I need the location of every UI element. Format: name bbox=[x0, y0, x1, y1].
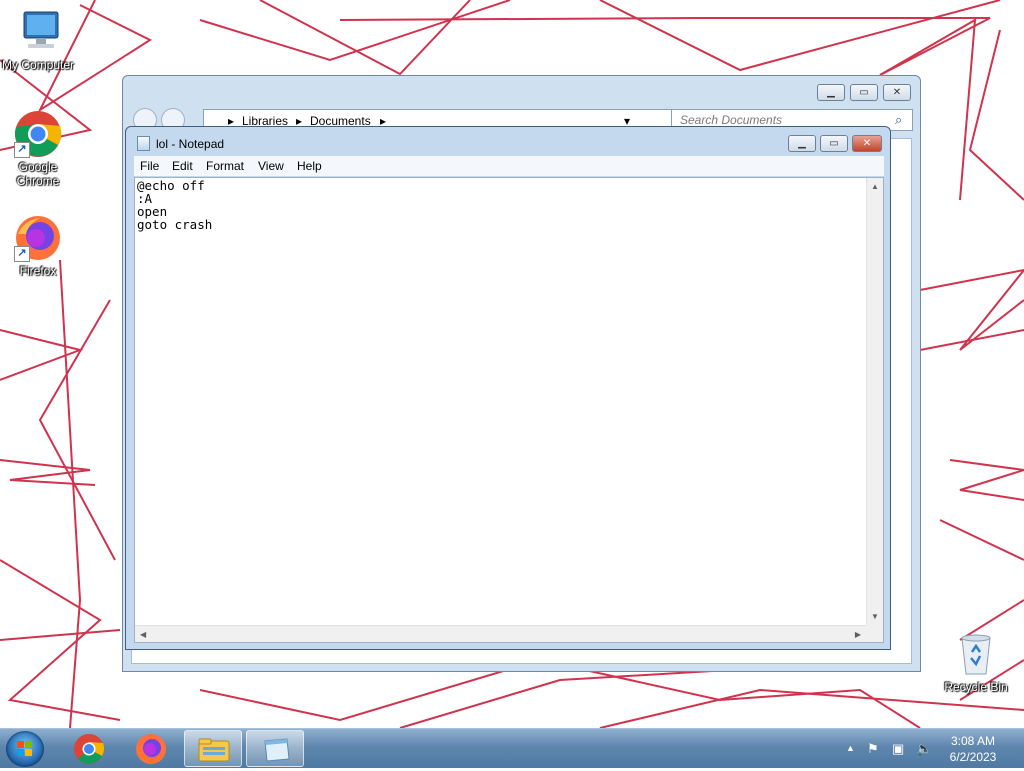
firefox-icon bbox=[136, 734, 166, 764]
desktop-icon-label: Google Chrome bbox=[16, 160, 60, 188]
menu-help[interactable]: Help bbox=[297, 159, 322, 173]
action-center-icon[interactable]: ⚑ bbox=[867, 741, 879, 757]
show-hidden-icon[interactable]: ▲ bbox=[846, 743, 855, 753]
chrome-icon bbox=[74, 734, 105, 764]
menu-file[interactable]: File bbox=[140, 159, 159, 173]
explorer-icon bbox=[198, 738, 230, 762]
notepad-window[interactable]: lol - Notepad ▁ ▭ ✕ File Edit Format Vie… bbox=[125, 126, 891, 650]
desktop-icon-label: Recycle Bin bbox=[944, 680, 1008, 694]
taskbar-notepad-button[interactable] bbox=[246, 730, 304, 767]
notepad-titlebar[interactable]: lol - Notepad ▁ ▭ ✕ bbox=[126, 127, 890, 157]
taskbar-chrome-button[interactable] bbox=[60, 730, 118, 767]
maximize-button[interactable]: ▭ bbox=[820, 135, 848, 152]
close-button[interactable]: ✕ bbox=[852, 135, 882, 152]
network-icon[interactable]: ▣ bbox=[892, 741, 904, 757]
menu-bar: File Edit Format View Help bbox=[134, 156, 884, 176]
windows-logo-icon bbox=[17, 741, 32, 756]
start-button[interactable] bbox=[6, 731, 44, 767]
shortcut-arrow-icon: ↗ bbox=[14, 142, 30, 158]
scroll-down-icon[interactable]: ▼ bbox=[871, 612, 879, 621]
system-clock[interactable]: 3:08 AM 6/2/2023 bbox=[935, 733, 1011, 765]
shortcut-arrow-icon: ↗ bbox=[14, 246, 30, 262]
taskbar: ▲ ⚑ ▣ 🔈 3:08 AM 6/2/2023 bbox=[0, 728, 1024, 768]
computer-icon bbox=[14, 8, 62, 56]
desktop-icon-chrome[interactable]: ↗ Google Chrome bbox=[0, 110, 80, 188]
notepad-icon bbox=[137, 136, 150, 151]
desktop-icon-my-computer[interactable]: My Computer bbox=[0, 8, 80, 72]
menu-format[interactable]: Format bbox=[206, 159, 244, 173]
window-title: lol - Notepad bbox=[156, 137, 225, 151]
desktop-icon-recycle-bin[interactable]: Recycle Bin bbox=[934, 630, 1018, 694]
scroll-up-icon[interactable]: ▲ bbox=[871, 182, 879, 191]
text-editor[interactable]: @echo off :A open goto crash ▲ ▼ ◀ ▶ bbox=[134, 177, 884, 643]
desktop-icon-label: Firefox bbox=[19, 264, 57, 278]
minimize-button[interactable]: ▁ bbox=[788, 135, 816, 152]
scroll-left-icon[interactable]: ◀ bbox=[140, 630, 146, 639]
clock-date: 6/2/2023 bbox=[949, 750, 997, 764]
volume-muted-icon[interactable]: 🔈 bbox=[916, 741, 932, 757]
desktop-icon-label: My Computer bbox=[1, 58, 75, 72]
taskbar-explorer-button[interactable] bbox=[184, 730, 242, 767]
menu-view[interactable]: View bbox=[258, 159, 284, 173]
clock-time: 3:08 AM bbox=[950, 734, 996, 748]
explorer-maximize-button[interactable]: ▭ bbox=[850, 84, 878, 101]
scroll-right-icon[interactable]: ▶ bbox=[855, 630, 861, 639]
resize-grip[interactable] bbox=[866, 625, 883, 642]
vertical-scrollbar[interactable]: ▲ ▼ bbox=[866, 178, 883, 625]
editor-content[interactable]: @echo off :A open goto crash bbox=[137, 179, 212, 231]
recycle-bin-icon bbox=[952, 630, 1000, 678]
desktop-icon-firefox[interactable]: ↗ Firefox bbox=[0, 214, 80, 278]
menu-edit[interactable]: Edit bbox=[172, 159, 193, 173]
taskbar-firefox-button[interactable] bbox=[122, 730, 180, 767]
explorer-close-button[interactable]: ✕ bbox=[883, 84, 911, 101]
horizontal-scrollbar[interactable]: ◀ ▶ bbox=[135, 625, 866, 642]
firefox-icon: ↗ bbox=[14, 214, 62, 262]
chrome-icon: ↗ bbox=[14, 110, 62, 158]
explorer-minimize-button[interactable]: ▁ bbox=[817, 84, 845, 101]
search-icon[interactable]: ⌕ bbox=[895, 112, 902, 128]
notepad-icon bbox=[264, 738, 290, 762]
